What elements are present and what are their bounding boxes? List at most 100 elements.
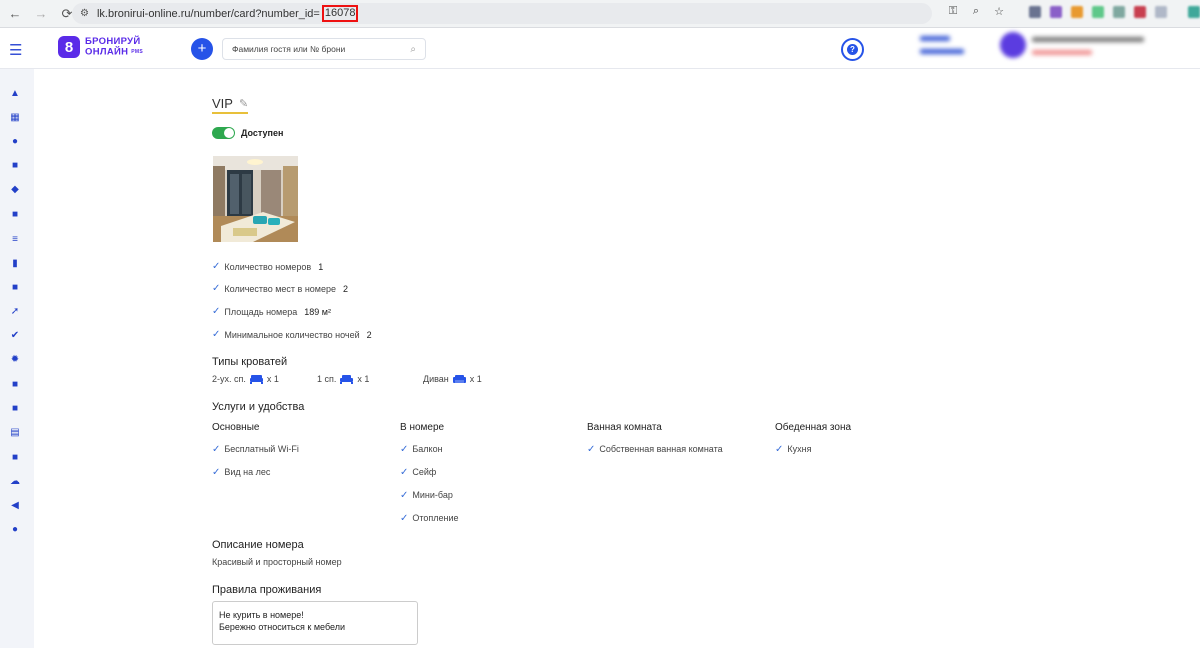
help-button[interactable]: ? [841,38,864,61]
cards-icon[interactable]: ≡ [10,235,20,245]
amenity-group-in-room: В номере ✓ Балкон ✓ Сейф ✓ Мини-бар ✓ Отопле… [400,422,580,535]
check-icon: ✓ [400,489,409,501]
amenity-item: ✓ Бесплатный Wi-Fi [212,443,299,455]
room-card: VIP ✎ Доступен ✓ Количество номеров 1 ✓ … [212,69,1172,648]
amenity-item: ✓ Собственная ванная комната [587,443,723,455]
shield-icon[interactable]: ■ [10,453,20,463]
help-icon: ? [847,44,858,55]
avatar[interactable] [1000,32,1026,58]
rules-textarea[interactable]: Не курить в номере! Бережно относиться к… [212,601,418,645]
bell-icon[interactable]: ▲ [10,89,20,99]
availability-label: Доступен [241,128,284,138]
bed-icon [340,374,354,384]
availability-toggle-row: Доступен [212,127,283,139]
site-settings-icon[interactable]: ⚙ [80,8,89,19]
room-photo-image [213,156,298,242]
add-booking-button[interactable]: + [191,38,213,60]
edit-icon[interactable]: ■ [10,161,20,171]
forward-icon[interactable]: → [30,3,52,25]
chart-icon[interactable]: ▮ [10,259,20,269]
search-box[interactable]: ⌕ [222,38,426,60]
wallet-icon[interactable]: ■ [10,210,20,220]
check-icon: ✓ [212,329,221,340]
property-min-nights: ✓ Минимальное количество ночей 2 [212,329,372,340]
property-places-count: ✓ Количество мест в номере 2 [212,283,349,294]
document-icon[interactable]: ■ [10,283,20,293]
check-icon: ✓ [775,443,784,455]
rules-heading: Правила проживания [212,584,322,596]
tag-icon[interactable]: ◆ [10,185,20,195]
rocket-icon[interactable]: ➚ [10,307,20,317]
property-area: ✓ Площадь номера 189 м² [212,306,331,317]
room-photo[interactable] [213,156,298,242]
check-icon: ✓ [587,443,596,455]
profile-icon[interactable]: ● [10,525,20,535]
account-info-blurred[interactable] [920,36,976,62]
property-rooms-count: ✓ Количество номеров 1 [212,261,324,272]
bed-item: Диван x 1 [423,374,482,384]
amenity-group-dining: Обеденная зона ✓ Кухня [775,422,955,466]
room-title-field[interactable]: VIP ✎ [212,96,249,114]
key-icon[interactable]: ⚿ [946,5,960,18]
checkmark-icon[interactable]: ✔ [10,331,20,341]
check-icon: ✓ [212,466,221,478]
page-title: VIP [212,96,233,111]
logo-mark-icon: 8 [58,36,80,58]
user-info-blurred[interactable] [1032,37,1144,61]
bed-item: 2-ух. сп. x 1 [212,374,279,384]
address-bar[interactable]: ⚙ lk.bronirui-online.ru/number/card?numb… [72,3,932,24]
extension-icon[interactable] [1113,5,1125,18]
sofa-icon [452,374,466,383]
check-icon: ✓ [212,283,221,294]
extension-icon[interactable] [1029,5,1041,18]
availability-toggle[interactable] [212,127,235,139]
search-input[interactable] [232,44,402,54]
check-icon: ✓ [400,466,409,478]
amenity-item: ✓ Сейф [400,466,437,478]
ticket-icon[interactable]: ■ [10,404,20,414]
extension-icon[interactable] [1050,5,1062,18]
description-heading: Описание номера [212,539,304,551]
extension-icon[interactable] [1155,5,1167,18]
amenities-heading: Услуги и удобства [212,401,305,413]
back-icon[interactable]: ← [4,3,26,25]
app-header: ☰ 8 БРОНИРУЙ ОНЛАЙН PMS + ⌕ ? [0,28,1200,69]
browser-actions: ⚿ ⌕ ☆ ⋮ [946,5,1200,18]
calendar-icon[interactable]: ▦ [10,113,20,123]
extension-icon[interactable] [1134,5,1146,18]
check-icon: ✓ [212,306,221,317]
check-icon: ✓ [400,512,409,524]
extension-icon[interactable] [1071,5,1083,18]
user-icon[interactable]: ● [10,137,20,147]
amenity-item: ✓ Мини-бар [400,489,453,501]
amenity-group-bathroom: Ванная комната ✓ Собственная ванная комна… [587,422,767,466]
beds-heading: Типы кроватей [212,356,288,368]
amenity-item: ✓ Балкон [400,443,443,455]
amenity-item: ✓ Вид на лес [212,466,271,478]
sidebar: ▲ ▦ ● ■ ◆ ■ ≡ ▮ ■ ➚ ✔ ✹ ■ ■ ▤ ■ ☁ ◀ ● [0,69,34,648]
bed-icon [249,374,263,384]
check-icon: ✓ [212,261,221,272]
browser-toolbar: ← → ⟳ ⚙ lk.bronirui-online.ru/number/car… [0,0,1200,28]
bed-item: 1 сп. x 1 [317,374,370,384]
pencil-icon[interactable]: ✎ [239,97,248,110]
database-icon[interactable]: ▤ [10,428,20,438]
zoom-icon[interactable]: ⌕ [969,5,983,18]
url-highlighted-id: 16078 [321,5,359,22]
extension-icon[interactable] [1092,5,1104,18]
logo[interactable]: 8 БРОНИРУЙ ОНЛАЙН PMS [58,36,143,58]
megaphone-icon[interactable]: ◀ [10,501,20,511]
gear-icon[interactable]: ✹ [10,355,20,365]
amenity-group-basic: Основные ✓ Бесплатный Wi-Fi ✓ Вид на лес [212,422,392,489]
search-icon[interactable]: ⌕ [410,44,416,55]
room-description: Красивый и просторный номер [212,557,342,567]
briefcase-icon[interactable]: ■ [10,380,20,390]
amenity-item: ✓ Кухня [775,443,812,455]
amenity-item: ✓ Отопление [400,512,459,524]
hamburger-menu-icon[interactable]: ☰ [9,41,22,59]
star-icon[interactable]: ☆ [992,5,1006,18]
extension-icon[interactable] [1188,5,1200,18]
logo-text: БРОНИРУЙ ОНЛАЙН PMS [85,35,143,58]
check-icon: ✓ [400,443,409,455]
cloud-icon[interactable]: ☁ [10,477,20,487]
